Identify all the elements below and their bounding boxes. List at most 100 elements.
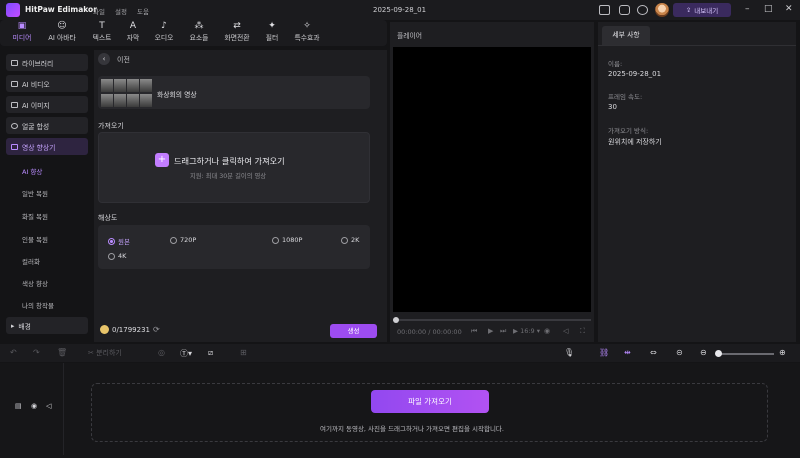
radio-icon xyxy=(272,236,279,244)
track-lock-icon[interactable]: ▤ xyxy=(15,402,22,410)
track-audio-icon[interactable]: ◁ xyxy=(46,402,51,410)
sidebar-item-background[interactable]: ▸ 배경 xyxy=(6,317,88,334)
tab-media[interactable]: ▣ 미디어 xyxy=(6,21,38,45)
resolution-section-title: 해상도 xyxy=(98,214,118,222)
sidebar-sub-portrait-restore[interactable]: 인물 복원 xyxy=(22,234,48,244)
ai-image-icon xyxy=(11,101,18,108)
resolution-option-original[interactable]: 원본 xyxy=(108,236,130,246)
timecode: 00:00:00 / 00:00:00 xyxy=(397,328,462,336)
upload-icon: ⇪ xyxy=(685,6,692,14)
scissors-icon: ✂ xyxy=(88,349,94,357)
sidebar-sub-my-creations[interactable]: 나의 창작물 xyxy=(22,300,54,310)
sidebar-item-face-swap[interactable]: 얼굴 합성 xyxy=(6,117,88,134)
name-label: 이름: xyxy=(608,60,623,68)
undo-icon[interactable]: ↶ xyxy=(10,348,17,357)
sidebar-item-ai-image[interactable]: AI 이미지 xyxy=(6,96,88,113)
tab-effects[interactable]: ✧ 특수효과 xyxy=(291,21,323,45)
export-button[interactable]: ⇪ 내보내기 xyxy=(673,3,731,17)
zoom-out-icon[interactable]: ⊖ xyxy=(700,348,707,357)
layout-icon[interactable] xyxy=(599,5,610,15)
back-button[interactable]: ‹ xyxy=(98,53,110,65)
resolution-option-720p[interactable]: 720P xyxy=(170,236,196,244)
marker-icon[interactable]: ◎ xyxy=(158,348,165,357)
credits-display: 0/1799231 ⟳ xyxy=(100,325,160,334)
zoom-in-icon[interactable]: ⊕ xyxy=(779,348,786,357)
app-logo xyxy=(6,3,20,17)
tab-audio[interactable]: ♪ 오디오 xyxy=(148,21,180,45)
sidebar-item-video-enhancer[interactable]: 영상 향상기 xyxy=(6,138,88,155)
resolution-option-2k[interactable]: 2K xyxy=(341,236,359,244)
fps-value: 30 xyxy=(608,103,617,111)
tab-ai-avatar[interactable]: ☺ AI 아바타 xyxy=(46,21,78,45)
enhancer-icon xyxy=(11,143,18,150)
fit-icon[interactable]: ⇔ xyxy=(650,348,657,357)
maximize-icon[interactable]: □ xyxy=(764,4,773,14)
text-dropdown-icon[interactable]: Ⓣ▾ xyxy=(180,348,192,359)
zoom-slider-handle[interactable] xyxy=(715,350,722,357)
resolution-option-4k[interactable]: 4K xyxy=(108,252,126,260)
seek-bar[interactable] xyxy=(393,319,591,321)
project-title: 2025-09-28_01 xyxy=(373,6,427,14)
ai-video-icon xyxy=(11,80,18,87)
message-icon[interactable] xyxy=(619,5,630,15)
back-label: 이전 xyxy=(117,56,130,64)
text-icon: T xyxy=(99,21,105,31)
next-frame-icon[interactable]: ⏭ xyxy=(500,327,506,336)
crop-icon[interactable]: ⧄ xyxy=(208,348,213,358)
sidebar-sub-colorize[interactable]: 컬러화 xyxy=(22,256,40,266)
radio-icon xyxy=(108,252,115,260)
sidebar-item-ai-video[interactable]: AI 비디오 xyxy=(6,75,88,92)
minimize-icon[interactable]: – xyxy=(745,4,750,14)
radio-icon xyxy=(341,236,348,244)
tab-details[interactable]: 세부 사항 xyxy=(602,26,650,45)
tab-transition[interactable]: ⇄ 화면전환 xyxy=(221,21,253,45)
split-button[interactable]: ✂ 분리하기 xyxy=(88,348,122,358)
download-icon[interactable] xyxy=(637,5,648,15)
resolution-option-1080p[interactable]: 1080P xyxy=(272,236,302,244)
redo-icon[interactable]: ↷ xyxy=(33,348,40,357)
link-clips-icon[interactable]: ⛓ xyxy=(599,348,609,357)
snapshot-icon[interactable]: ◉ xyxy=(544,327,550,335)
tab-subtitle[interactable]: A 자막 xyxy=(117,21,149,45)
face-icon xyxy=(11,122,18,129)
effects-icon: ✧ xyxy=(303,21,311,31)
export-label: 내보내기 xyxy=(694,7,719,15)
close-icon[interactable]: ✕ xyxy=(785,4,793,14)
track-visibility-icon[interactable]: ◉ xyxy=(31,402,37,410)
sidebar-sub-ai-enhance[interactable]: AI 향상 xyxy=(22,166,42,176)
tab-elements[interactable]: ⁂ 요소들 xyxy=(183,21,215,45)
prev-frame-icon[interactable]: ⏮ xyxy=(471,327,477,336)
caret-right-icon: ▸ xyxy=(11,321,15,330)
delete-icon[interactable]: 🗑 xyxy=(57,348,67,357)
fullscreen-icon[interactable]: ⛶ xyxy=(580,327,585,336)
snap-icon[interactable]: ⇹ xyxy=(624,348,631,357)
sidebar-item-library[interactable]: 라이브러리 xyxy=(6,54,88,71)
user-avatar[interactable] xyxy=(655,3,669,17)
transition-icon: ⇄ xyxy=(233,21,241,31)
refresh-icon[interactable]: ⟳ xyxy=(153,325,160,334)
preset-label: 화상회의 영상 xyxy=(157,91,197,99)
tab-text[interactable]: T 텍스트 xyxy=(86,21,118,45)
aspect-ratio-select[interactable]: ▶ 16:9 ▾ xyxy=(513,327,540,335)
seek-handle[interactable] xyxy=(393,317,399,323)
add-track-icon[interactable]: ⊞ xyxy=(240,348,247,357)
expand-icon[interactable]: ⊝ xyxy=(676,348,683,357)
tab-filter[interactable]: ✦ 필터 xyxy=(256,21,288,45)
zoom-slider[interactable] xyxy=(719,353,774,355)
sidebar-sub-quality-restore[interactable]: 화질 복원 xyxy=(22,211,48,221)
menu-settings[interactable]: 설정 xyxy=(115,6,127,16)
sidebar-sub-general-restore[interactable]: 일반 복원 xyxy=(22,188,48,198)
drop-hint: 여기까지 동영상, 사진을 드래그하거나 가져오면 편집을 시작합니다. xyxy=(320,425,504,433)
preset-thumbnail xyxy=(101,79,153,107)
volume-icon[interactable]: ◁ xyxy=(563,327,568,335)
menu-help[interactable]: 도움 xyxy=(137,6,149,16)
import-file-button[interactable]: 파일 가져오기 xyxy=(371,390,489,413)
name-value: 2025-09-28_01 xyxy=(608,70,662,78)
import-drop-area[interactable] xyxy=(98,132,370,203)
plus-icon[interactable]: + xyxy=(155,153,169,167)
sidebar-sub-color-enhance[interactable]: 색상 향상 xyxy=(22,278,48,288)
menu-file[interactable]: 파일 xyxy=(93,6,105,16)
play-icon[interactable]: ▶ xyxy=(488,327,493,335)
microphone-icon[interactable]: 🎙 xyxy=(564,348,574,357)
generate-button[interactable]: 생성 xyxy=(330,324,377,338)
